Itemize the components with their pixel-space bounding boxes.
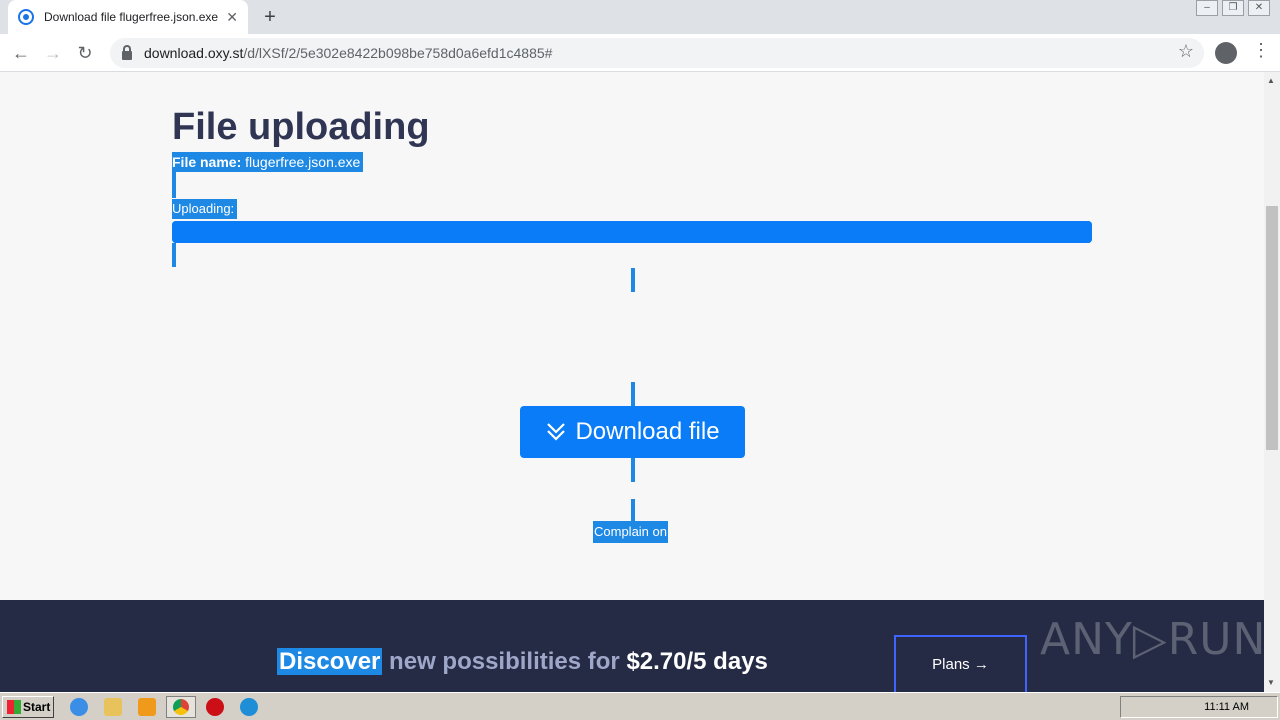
browser-tab[interactable]: Download file flugerfree.json.exe on ✕ bbox=[8, 0, 248, 34]
page-title: File uploading bbox=[172, 106, 430, 148]
profile-icon[interactable] bbox=[1215, 42, 1237, 64]
site-favicon-icon bbox=[18, 9, 34, 25]
forward-icon[interactable]: → bbox=[40, 40, 66, 66]
lock-icon bbox=[122, 44, 132, 60]
promo-highlight: Discover bbox=[277, 648, 383, 675]
selection-highlight bbox=[172, 172, 176, 198]
download-button-label: Download file bbox=[575, 418, 720, 445]
double-chevron-down-icon bbox=[547, 423, 566, 441]
back-icon[interactable]: ← bbox=[8, 40, 34, 66]
edge-icon[interactable] bbox=[240, 698, 258, 716]
tab-title: Download file flugerfree.json.exe on bbox=[44, 10, 219, 24]
chrome-icon bbox=[173, 699, 189, 715]
page-content: File uploading File name: flugerfree.jso… bbox=[0, 72, 1264, 600]
file-explorer-icon[interactable] bbox=[104, 698, 122, 716]
system-tray: 11:11 AM bbox=[1120, 696, 1278, 718]
reload-icon[interactable]: ↻ bbox=[72, 40, 98, 66]
promo-text: Discover new possibilities for $2.70/5 d… bbox=[277, 648, 768, 676]
internet-explorer-icon[interactable] bbox=[70, 698, 88, 716]
opera-icon[interactable] bbox=[206, 698, 224, 716]
download-file-button[interactable]: Download file bbox=[520, 406, 745, 458]
selection-highlight bbox=[172, 243, 176, 267]
selection-highlight bbox=[631, 499, 635, 521]
file-name-row: File name: flugerfree.json.exe bbox=[172, 152, 364, 172]
menu-dots-icon[interactable]: ⋮ bbox=[1252, 40, 1270, 61]
scroll-thumb[interactable] bbox=[1266, 206, 1278, 450]
url-host: download.oxy.st bbox=[144, 45, 244, 61]
page-scrollbar[interactable]: ▲ ▼ bbox=[1264, 72, 1280, 692]
chrome-taskbar-button[interactable] bbox=[166, 696, 196, 718]
selection-highlight bbox=[631, 382, 635, 406]
minimize-icon[interactable]: – bbox=[1196, 0, 1218, 16]
file-name-label: File name: bbox=[172, 154, 242, 170]
selection-highlight bbox=[631, 458, 635, 482]
upload-progress-fill bbox=[172, 221, 1092, 243]
close-tab-icon[interactable]: ✕ bbox=[226, 9, 238, 26]
upload-progress-bar bbox=[172, 221, 1092, 243]
media-player-icon[interactable] bbox=[138, 698, 156, 716]
new-tab-button[interactable]: + bbox=[258, 5, 282, 29]
scroll-up-icon[interactable]: ▲ bbox=[1267, 76, 1275, 85]
restore-icon[interactable]: ❐ bbox=[1222, 0, 1244, 16]
complain-link[interactable]: Complain on bbox=[593, 521, 668, 543]
tab-strip: Download file flugerfree.json.exe on ✕ +… bbox=[0, 0, 1280, 34]
uploading-label: Uploading: bbox=[172, 199, 238, 219]
url-path: /d/lXSf/2/5e302e8422b098be758d0a6efd1c48… bbox=[243, 45, 553, 61]
promo-price: $2.70/5 days bbox=[626, 648, 768, 675]
window-controls: – ❐ ✕ bbox=[1196, 0, 1270, 16]
anyrun-watermark: ANY▷RUN bbox=[1040, 614, 1267, 665]
windows-logo-icon bbox=[7, 700, 21, 714]
promo-middle: new possibilities for bbox=[382, 648, 627, 675]
selection-highlight bbox=[631, 268, 635, 292]
file-name-value: flugerfree.json.exe bbox=[245, 154, 361, 170]
start-label: Start bbox=[23, 700, 51, 714]
scroll-down-icon[interactable]: ▼ bbox=[1267, 678, 1275, 687]
browser-toolbar: ← → ↻ download.oxy.st/d/lXSf/2/5e302e842… bbox=[0, 34, 1280, 72]
close-window-icon[interactable]: ✕ bbox=[1248, 0, 1270, 16]
windows-taskbar: Start 11:11 AM bbox=[0, 692, 1280, 720]
promo-footer: Discover new possibilities for $2.70/5 d… bbox=[0, 600, 1267, 692]
tray-clock[interactable]: 11:11 AM bbox=[1204, 701, 1249, 713]
address-bar[interactable]: download.oxy.st/d/lXSf/2/5e302e8422b098b… bbox=[110, 38, 1204, 68]
start-button[interactable]: Start bbox=[2, 696, 54, 718]
plans-button[interactable]: Plans → bbox=[894, 635, 1027, 692]
bookmark-star-icon[interactable]: ☆ bbox=[1178, 41, 1194, 62]
